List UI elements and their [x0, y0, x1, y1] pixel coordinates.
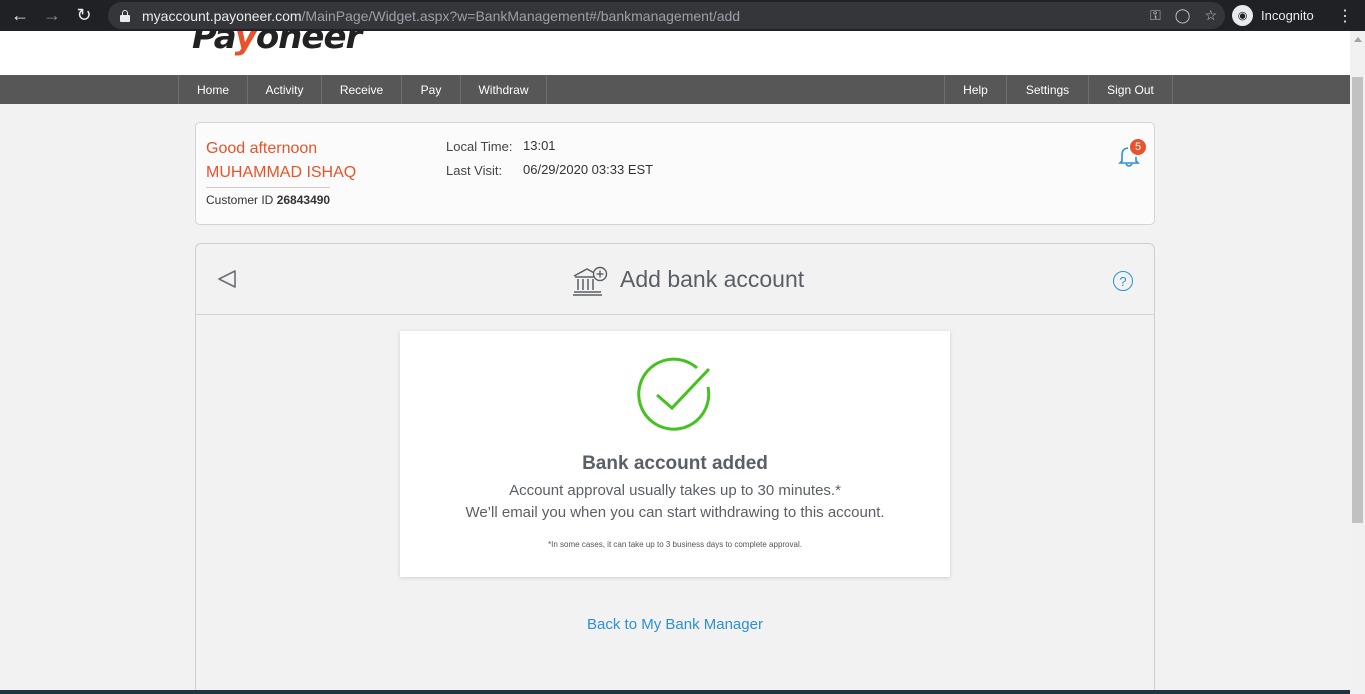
url-text: myaccount.payoneer.com/MainPage/Widget.a… — [142, 7, 741, 24]
payoneer-logo[interactable]: Payoneer — [192, 31, 362, 57]
success-card: Bank account added Account approval usua… — [400, 331, 950, 577]
star-icon[interactable]: ☆ — [1204, 7, 1217, 24]
incognito-icon: ◉ — [1232, 5, 1253, 26]
nav-withdraw[interactable]: Withdraw — [460, 75, 547, 104]
scroll-thumb[interactable] — [1352, 77, 1363, 523]
incognito-label: Incognito — [1261, 8, 1314, 23]
site-header: Payoneer — [0, 31, 1350, 75]
local-time-label: Local Time: — [446, 139, 513, 154]
success-check-icon — [637, 357, 711, 431]
back-to-bank-manager-link[interactable]: Back to My Bank Manager — [196, 616, 1154, 633]
customer-id: Customer ID 26843490 — [206, 193, 331, 207]
eye-off-icon[interactable]: ◯ — [1175, 7, 1191, 24]
bank-account-panel: Add bank account ? Bank account added Ac… — [195, 243, 1155, 694]
approval-footnote: *In some cases, it can take up to 3 busi… — [548, 540, 802, 549]
greeting-card: Good afternoon MUHAMMAD ISHAQ Customer I… — [195, 122, 1155, 225]
incognito-indicator[interactable]: ◉ Incognito — [1232, 3, 1314, 28]
user-name: MUHAMMAD ISHAQ — [206, 164, 357, 181]
nav-activity[interactable]: Activity — [247, 75, 321, 104]
add-bank-icon — [573, 266, 608, 296]
greeting-divider — [206, 187, 330, 188]
browser-toolbar: ← → ↻ myaccount.payoneer.com/MainPage/Wi… — [0, 0, 1365, 31]
back-arrow-icon[interactable]: ← — [4, 0, 36, 31]
forward-arrow-icon[interactable]: → — [36, 0, 68, 31]
nav-receive[interactable]: Receive — [321, 75, 401, 104]
nav-home[interactable]: Home — [178, 75, 247, 104]
lock-icon — [120, 9, 130, 22]
notification-badge[interactable]: 5 — [1128, 137, 1148, 157]
scroll-up-icon[interactable] — [1354, 37, 1362, 42]
success-message-2: We’ll email you when you can start withd… — [465, 504, 885, 521]
nav-pay[interactable]: Pay — [401, 75, 460, 104]
panel-header: Add bank account ? — [196, 244, 1154, 315]
last-visit-value: 06/29/2020 03:33 EST — [523, 162, 654, 177]
page-scrollbar[interactable] — [1350, 31, 1365, 694]
back-triangle-icon[interactable] — [216, 268, 238, 290]
reload-icon[interactable]: ↻ — [68, 0, 100, 31]
key-icon[interactable]: ⚿ — [1150, 7, 1161, 24]
success-message-1: Account approval usually takes up to 30 … — [509, 482, 841, 499]
taskbar-edge — [0, 690, 1350, 694]
greeting-salutation: Good afternoon — [206, 140, 318, 157]
help-icon[interactable]: ? — [1113, 271, 1133, 291]
nav-help[interactable]: Help — [944, 75, 1006, 104]
page-title: Add bank account — [620, 266, 805, 292]
local-time-value: 13:01 — [523, 138, 556, 153]
nav-settings[interactable]: Settings — [1006, 75, 1088, 104]
browser-menu-icon[interactable]: ⋮ — [1337, 0, 1353, 31]
address-bar[interactable]: myaccount.payoneer.com/MainPage/Widget.a… — [108, 2, 1225, 29]
success-title: Bank account added — [582, 453, 768, 474]
nav-sign-out[interactable]: Sign Out — [1088, 75, 1173, 104]
last-visit-label: Last Visit: — [446, 163, 503, 178]
main-navbar: Home Activity Receive Pay Withdraw Help … — [0, 75, 1350, 104]
